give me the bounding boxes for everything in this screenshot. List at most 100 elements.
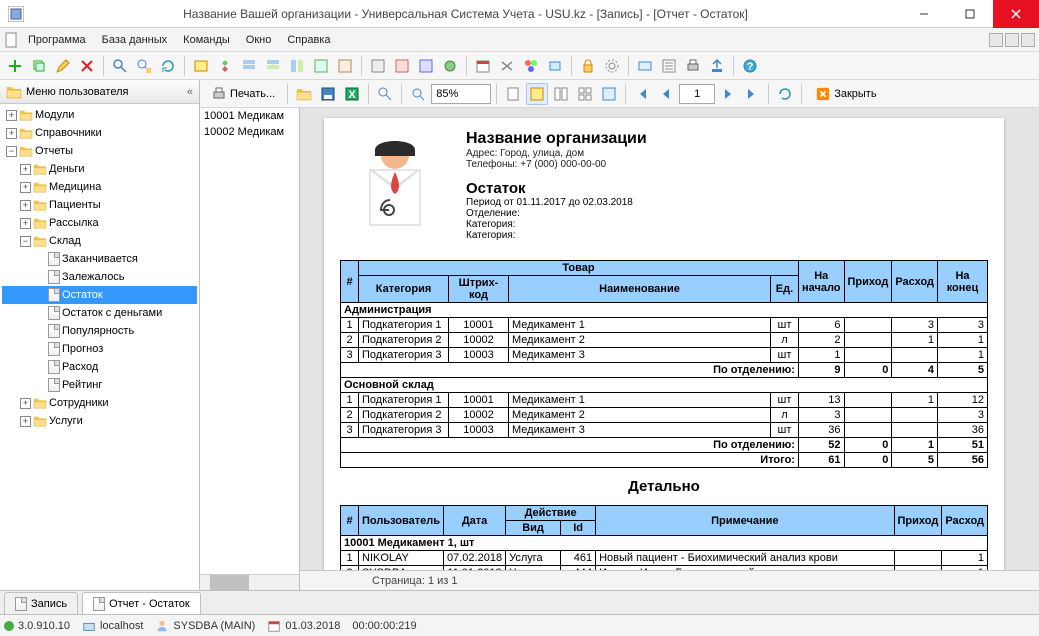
menu-program[interactable]: Программа: [20, 31, 94, 49]
mdi-close-icon[interactable]: [1021, 33, 1035, 47]
next-page-icon[interactable]: [717, 83, 739, 105]
tree-services[interactable]: +Услуги: [2, 412, 197, 430]
edit-button[interactable]: [52, 55, 74, 77]
tree-warehouse[interactable]: −Склад: [2, 232, 197, 250]
zoom-page-icon[interactable]: [502, 83, 524, 105]
tree-staff[interactable]: +Сотрудники: [2, 394, 197, 412]
tree-wh-popular[interactable]: Популярность: [2, 322, 197, 340]
summary-table: # Товар На начало Приход Расход На конец…: [340, 260, 988, 468]
tree-mailing[interactable]: +Рассылка: [2, 214, 197, 232]
lock-icon[interactable]: [577, 55, 599, 77]
export-excel-icon[interactable]: X: [341, 83, 363, 105]
app-icon: [8, 6, 24, 22]
zoom-fit-icon[interactable]: [407, 83, 429, 105]
list-item[interactable]: 10001 Медикам: [200, 108, 299, 124]
last-page-icon[interactable]: [741, 83, 763, 105]
report-refresh-icon[interactable]: [774, 83, 796, 105]
tool-g-icon[interactable]: [334, 55, 356, 77]
save-icon[interactable]: [317, 83, 339, 105]
report-org-name: Название организации: [466, 130, 988, 148]
tool-e-icon[interactable]: [286, 55, 308, 77]
tab-record[interactable]: Запись: [4, 592, 78, 614]
tree-wh-forecast[interactable]: Прогноз: [2, 340, 197, 358]
gear-icon[interactable]: [601, 55, 623, 77]
collapse-arrow-icon[interactable]: «: [187, 86, 193, 98]
refresh-button[interactable]: [157, 55, 179, 77]
tree-wh-remain-money[interactable]: Остаток с деньгами: [2, 304, 197, 322]
filter-button[interactable]: [133, 55, 155, 77]
close-button[interactable]: [993, 0, 1039, 28]
tree-medicine[interactable]: +Медицина: [2, 178, 197, 196]
search-button[interactable]: [109, 55, 131, 77]
copy-button[interactable]: [28, 55, 50, 77]
tool-h-icon[interactable]: [367, 55, 389, 77]
tree-reports[interactable]: −Отчеты: [2, 142, 197, 160]
navigation-tree[interactable]: +Модули +Справочники −Отчеты +Деньги +Ме…: [0, 104, 199, 590]
minimize-button[interactable]: [901, 0, 947, 28]
maximize-button[interactable]: [947, 0, 993, 28]
horizontal-scrollbar[interactable]: [200, 574, 299, 590]
view-2col-icon[interactable]: [550, 83, 572, 105]
menu-database[interactable]: База данных: [94, 31, 176, 49]
help-icon[interactable]: ?: [739, 55, 761, 77]
tree-wh-remain[interactable]: Остаток: [2, 286, 197, 304]
report-scroll[interactable]: Название организации Адрес: Город, улица…: [300, 108, 1039, 570]
settings-icon[interactable]: [496, 55, 518, 77]
folder-icon: [33, 163, 47, 175]
list-item[interactable]: 10002 Медикам: [200, 124, 299, 140]
tree-patients[interactable]: +Пациенты: [2, 196, 197, 214]
mdi-restore-icon[interactable]: [1005, 33, 1019, 47]
page-icon: [48, 288, 60, 302]
tool-j-icon[interactable]: [415, 55, 437, 77]
folder-icon: [19, 109, 33, 121]
tree-wh-expense[interactable]: Расход: [2, 358, 197, 376]
first-page-icon[interactable]: [631, 83, 653, 105]
export-icon[interactable]: [706, 55, 728, 77]
add-button[interactable]: [4, 55, 26, 77]
tree-wh-ending[interactable]: Заканчивается: [2, 250, 197, 268]
tool-f-icon[interactable]: [310, 55, 332, 77]
tool-m-icon[interactable]: [634, 55, 656, 77]
page-input[interactable]: [679, 84, 715, 104]
page-status: Страница: 1 из 1: [300, 570, 1039, 590]
report-close-button[interactable]: Закрыть: [807, 84, 885, 104]
table-row: 1Подкатегория 110001Медикамент 1шт633: [341, 318, 988, 333]
folder-icon: [33, 217, 47, 229]
print-icon[interactable]: [682, 55, 704, 77]
delete-button[interactable]: [76, 55, 98, 77]
view-list-icon[interactable]: [598, 83, 620, 105]
brush-icon[interactable]: [544, 55, 566, 77]
navigation-panel: Меню пользователя « +Модули +Справочники…: [0, 80, 200, 590]
calendar-icon[interactable]: [472, 55, 494, 77]
mdi-minimize-icon[interactable]: [989, 33, 1003, 47]
tool-n-icon[interactable]: [658, 55, 680, 77]
open-icon[interactable]: [293, 83, 315, 105]
zoom-tool-icon[interactable]: [374, 83, 396, 105]
tool-b-icon[interactable]: [214, 55, 236, 77]
menu-help[interactable]: Справка: [279, 31, 338, 49]
tool-d-icon[interactable]: [262, 55, 284, 77]
report-cat2: Категория:: [466, 230, 988, 241]
status-bar: 3.0.910.10 localhost SYSDBA (MAIN) 01.03…: [0, 614, 1039, 636]
view-grid-icon[interactable]: [574, 83, 596, 105]
tool-i-icon[interactable]: [391, 55, 413, 77]
tree-modules[interactable]: +Модули: [2, 106, 197, 124]
folder-icon: [19, 127, 33, 139]
menu-window[interactable]: Окно: [238, 31, 280, 49]
tool-c-icon[interactable]: [238, 55, 260, 77]
tree-money[interactable]: +Деньги: [2, 160, 197, 178]
report-address: Адрес: Город, улица, дом: [466, 148, 988, 159]
tree-refs[interactable]: +Справочники: [2, 124, 197, 142]
tree-wh-stale[interactable]: Залежалось: [2, 268, 197, 286]
view-normal-icon[interactable]: [526, 83, 548, 105]
prev-page-icon[interactable]: [655, 83, 677, 105]
tree-wh-rating[interactable]: Рейтинг: [2, 376, 197, 394]
menu-commands[interactable]: Команды: [175, 31, 238, 49]
folder-icon: [33, 235, 47, 247]
tool-a-icon[interactable]: [190, 55, 212, 77]
print-button[interactable]: Печать...: [204, 83, 282, 105]
tab-report[interactable]: Отчет - Остаток: [82, 592, 201, 614]
tool-k-icon[interactable]: [439, 55, 461, 77]
zoom-input[interactable]: [431, 84, 491, 104]
palette-icon[interactable]: [520, 55, 542, 77]
